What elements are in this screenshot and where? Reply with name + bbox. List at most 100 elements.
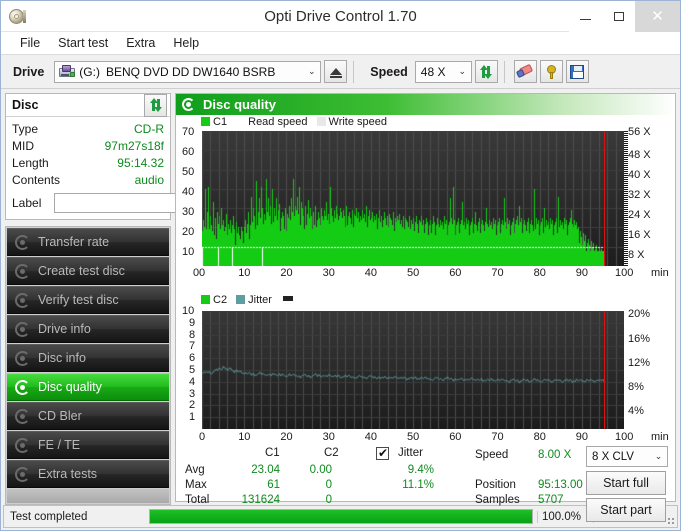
minimize-button[interactable] <box>569 0 602 32</box>
sidebar-item-cd-bler[interactable]: CD Bler <box>7 402 169 430</box>
disc-contents-label: Contents <box>12 173 61 187</box>
readout-speed-value: 8.00 X <box>538 449 572 461</box>
progress-bar-fill <box>150 510 532 523</box>
sidebar-item-drive-info[interactable]: Drive info <box>7 315 169 343</box>
c2-jitter-chart: C2 Jitter 1 2 3 4 5 6 7 8 9 10 20% 16% 12% 8% 4% … <box>176 294 675 445</box>
jitter-checkbox[interactable] <box>376 446 389 460</box>
legend-label-write-speed: Write speed <box>328 116 388 128</box>
stats-total-c2: 0 <box>325 494 332 506</box>
disc-length-label: Length <box>12 156 49 170</box>
menu-item-help[interactable]: Help <box>164 34 208 52</box>
chart1-ytick-30: 30 <box>182 206 195 218</box>
menu-item-extra[interactable]: Extra <box>117 34 164 52</box>
eject-icon <box>329 68 342 78</box>
menu-bar: File Start test Extra Help <box>1 32 680 55</box>
stats-max-c1: 61 <box>267 479 280 491</box>
legend-label-c1: C1 <box>213 116 228 128</box>
disc-icon <box>15 379 30 395</box>
x2labels-tick-10: 10 <box>238 431 251 443</box>
readout-samples-label: Samples <box>475 494 520 506</box>
sidebar-item-verify-test-disc[interactable]: Verify test disc <box>7 286 169 314</box>
window-controls: ✕ <box>569 0 680 32</box>
legend-swatch-jitter <box>236 295 246 304</box>
chevron-down-icon: ⌄ <box>458 66 467 76</box>
disc-refresh-button[interactable] <box>144 93 167 117</box>
chart2-y2tick-16: 16% <box>628 333 651 345</box>
chevron-down-icon: ⌄ <box>308 66 316 76</box>
chart2-x-unit: min <box>651 431 669 443</box>
x2labels-tick-40: 40 <box>364 431 378 443</box>
sidebar-item-label: CD Bler <box>38 409 82 423</box>
stats-total-c1: 131624 <box>241 494 280 506</box>
erase-button[interactable] <box>513 60 537 83</box>
disc-row-contents: Contents audio <box>12 172 164 189</box>
sidebar-item-extra-tests[interactable]: Extra tests <box>7 460 169 488</box>
sidebar-item-create-test-disc[interactable]: Create test disc <box>7 257 169 285</box>
disc-row-length: Length 95:14.32 <box>12 155 164 172</box>
stats-max-jitter: 11.1% <box>402 479 434 491</box>
write-speed-select[interactable]: 8 X CLV ⌄ <box>586 446 668 467</box>
chart2-ytick-9: 9 <box>189 316 196 329</box>
c1-read-speed-chart: C1 Read speed Write speed 70 60 50 40 30… <box>176 115 675 295</box>
disc-quality-icon <box>182 98 197 111</box>
app-icon <box>8 8 26 26</box>
eject-button[interactable] <box>324 60 348 83</box>
stats-col-c1: C1 <box>265 447 280 459</box>
close-button[interactable]: ✕ <box>635 0 680 32</box>
write-speed-value: 8 X CLV <box>592 450 634 463</box>
chart2-y2tick-4: 4% <box>628 405 644 417</box>
disc-info-panel: Disc Type CD-R MID 97m27s18f Length 95:1… <box>5 93 223 220</box>
chart2-ytick-8: 8 <box>189 328 196 341</box>
save-button[interactable] <box>565 60 589 83</box>
sidebar-item-label: Extra tests <box>38 467 98 481</box>
speed-select[interactable]: 48 X ⌄ <box>414 60 472 83</box>
menu-item-start-test[interactable]: Start test <box>49 34 117 52</box>
chart1-y2tick-48x: 48 X <box>628 149 651 161</box>
x1labels-tick-60: 60 <box>449 267 462 279</box>
x2labels-tick-80: 80 <box>533 431 546 443</box>
chart2-y2tick-8: 8% <box>628 381 644 393</box>
speed-label: Speed <box>370 64 408 79</box>
disc-mid-label: MID <box>12 139 34 153</box>
app-window: Opti Drive Control 1.70 ✕ File Start tes… <box>0 0 681 531</box>
main-body: Disc Type CD-R MID 97m27s18f Length 95:1… <box>1 89 680 527</box>
drive-toolbar: Drive (G:) BENQ DVD DD DW1640 BSRB ⌄ Spe… <box>1 55 680 89</box>
sidebar-item-disc-quality[interactable]: Disc quality <box>7 373 169 401</box>
chart2-y2tick-20: 20% <box>628 308 651 320</box>
start-full-button[interactable]: Start full <box>586 471 666 495</box>
optical-drive-icon <box>59 64 76 79</box>
start-part-button[interactable]: Start part <box>586 498 666 522</box>
drive-select[interactable]: (G:) BENQ DVD DD DW1640 BSRB ⌄ <box>54 60 322 83</box>
x2labels-tick-60: 60 <box>449 431 462 443</box>
menu-item-file[interactable]: File <box>11 34 49 52</box>
chart1-y2tick-32x: 32 X <box>628 189 651 201</box>
speed-value: 48 X <box>420 64 446 79</box>
chart1-y2tick-56x: 56 X <box>628 126 651 138</box>
maximize-button[interactable] <box>602 0 635 32</box>
sidebar-item-transfer-rate[interactable]: Transfer rate <box>7 228 169 256</box>
sidebar-item-label: Create test disc <box>38 264 125 278</box>
disc-info-rows: Type CD-R MID 97m27s18f Length 95:14.32 … <box>6 117 223 219</box>
disc-icon <box>15 263 30 279</box>
toolbar-divider-2 <box>503 60 505 83</box>
chart1-y2tick-40x: 40 X <box>628 169 651 181</box>
chart1-position-marker <box>604 131 605 266</box>
chart2-ytick-2: 2 <box>189 399 196 412</box>
stats-max-c2: 0 <box>325 479 332 491</box>
chart1-y2tick-16x: 16 X <box>628 229 651 241</box>
disc-type-value: CD-R <box>134 122 164 136</box>
sidebar-item-fe-te[interactable]: FE / TE <box>7 431 169 459</box>
refresh-icon <box>149 98 163 112</box>
sidebar-item-disc-info[interactable]: Disc info <box>7 344 169 372</box>
x2labels-tick-90: 90 <box>575 431 589 443</box>
resize-grip[interactable] <box>663 506 677 527</box>
disc-panel-header: Disc <box>6 93 170 117</box>
drive-letter: (G:) <box>79 64 100 79</box>
stats-row-avg-label: Avg <box>185 464 205 476</box>
region-key-button[interactable] <box>539 60 563 83</box>
refresh-button[interactable] <box>474 60 498 83</box>
x1labels-tick-100: 100 <box>615 267 634 279</box>
disc-mid-value: 97m27s18f <box>104 139 164 153</box>
panel-title: Disc quality <box>203 97 276 112</box>
chart2-y2tick-12: 12% <box>628 357 651 369</box>
